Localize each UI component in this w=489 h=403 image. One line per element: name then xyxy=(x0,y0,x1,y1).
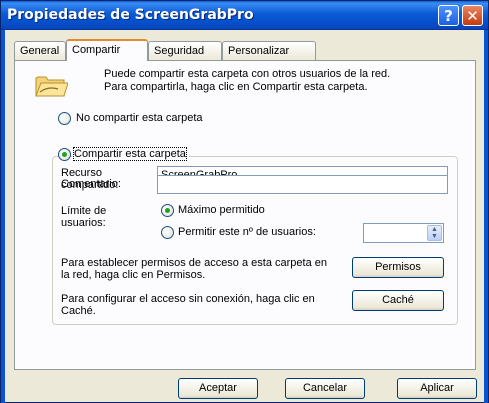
permissions-button[interactable]: Permisos xyxy=(352,257,444,278)
shared-folder-icon xyxy=(35,76,68,97)
share-radio[interactable] xyxy=(58,148,71,161)
cache-button[interactable]: Caché xyxy=(352,290,444,311)
allow-users-label[interactable]: Permitir este nº de usuarios: xyxy=(178,226,316,238)
help-icon[interactable]: ? xyxy=(438,5,459,26)
close-icon[interactable]: ✕ xyxy=(462,5,483,26)
window-frame-left xyxy=(1,30,5,403)
apply-button[interactable]: Aplicar xyxy=(397,378,477,399)
allow-users-radio[interactable] xyxy=(161,226,174,239)
no-share-label[interactable]: No compartir esta carpeta xyxy=(76,112,203,124)
share-label[interactable]: Compartir esta carpeta xyxy=(72,147,189,163)
accept-button[interactable]: Aceptar xyxy=(178,378,258,399)
offline-text: Para configurar el acceso sin conexión, … xyxy=(61,293,315,317)
tab-seguridad[interactable]: Seguridad xyxy=(148,41,222,60)
window-title: Propiedades de ScreenGrabPro xyxy=(7,7,254,23)
window-frame-right xyxy=(484,30,488,403)
max-allowed-label[interactable]: Máximo permitido xyxy=(178,204,265,216)
cancel-button[interactable]: Cancelar xyxy=(285,378,365,399)
tab-personalizar[interactable]: Personalizar xyxy=(222,41,316,60)
chevron-down-icon[interactable]: ▼ xyxy=(428,233,441,240)
share-label-text: Compartir esta carpeta xyxy=(73,147,187,161)
no-share-radio[interactable] xyxy=(58,112,71,125)
intro-line-1: Puede compartir esta carpeta con otros u… xyxy=(104,68,391,80)
permissions-text: Para establecer permisos de acceso a est… xyxy=(61,257,327,281)
tab-compartir[interactable]: Compartir xyxy=(66,39,148,61)
intro-line-2: Para compartirla, haga clic en Compartir… xyxy=(104,81,368,93)
max-allowed-radio[interactable] xyxy=(161,204,174,217)
tab-general[interactable]: General xyxy=(14,41,66,60)
intro-text: Puede compartir esta carpeta con otros u… xyxy=(104,68,464,94)
comment-input[interactable] xyxy=(157,175,448,194)
comment-label: Comentario: xyxy=(61,178,121,190)
user-limit-label: Límite de usuarios: xyxy=(61,205,107,229)
spinner-arrows[interactable]: ▲ ▼ xyxy=(427,225,442,241)
user-count-spinner[interactable]: ▲ ▼ xyxy=(363,223,444,243)
title-bar[interactable]: Propiedades de ScreenGrabPro ? ✕ xyxy=(1,1,488,30)
chevron-up-icon[interactable]: ▲ xyxy=(428,226,441,233)
